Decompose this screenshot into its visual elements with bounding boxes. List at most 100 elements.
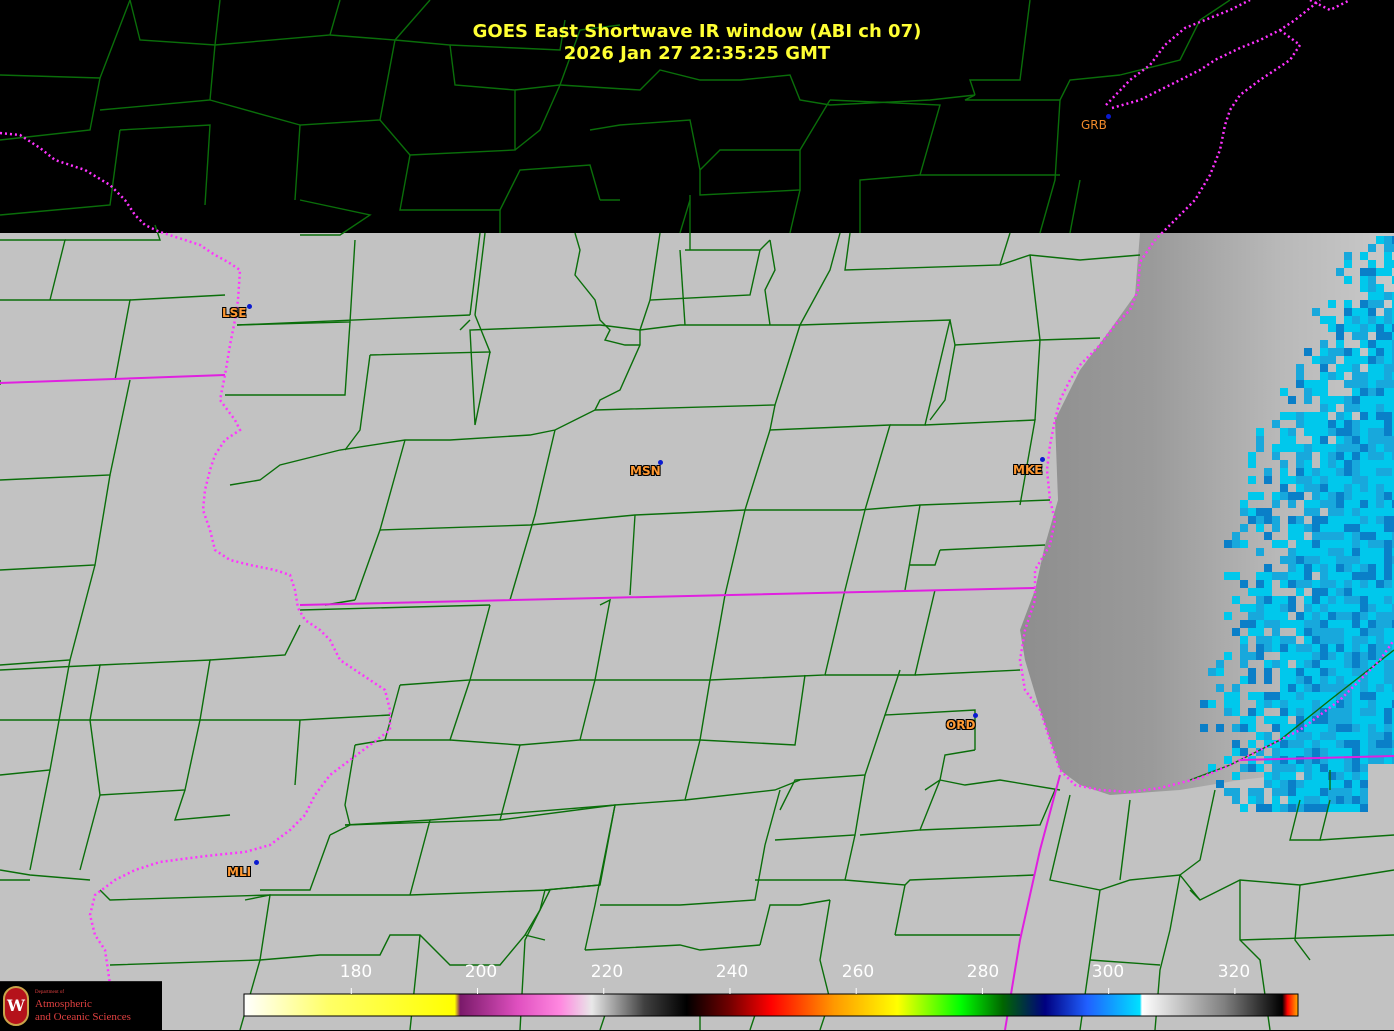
cloud-cell (1264, 732, 1272, 740)
cloud-cell (1376, 564, 1384, 572)
cloud-cell (1264, 516, 1272, 524)
cloud-cell (1328, 500, 1336, 508)
cloud-cell (1320, 404, 1328, 412)
cloud-cell (1360, 268, 1368, 276)
cloud-cell (1344, 636, 1352, 644)
cloud-cell (1208, 668, 1216, 676)
cloud-cell (1344, 676, 1352, 684)
cloud-cell (1296, 572, 1304, 580)
cloud-cell (1272, 540, 1280, 548)
cloud-cell (1272, 748, 1280, 756)
cloud-cell (1304, 604, 1312, 612)
cloud-cell (1384, 436, 1392, 444)
cloud-cell (1256, 804, 1264, 812)
cloud-cell (1328, 684, 1336, 692)
station-dot (254, 860, 259, 865)
cloud-cell (1248, 612, 1256, 620)
cloud-cell (1368, 740, 1376, 748)
colorbar-tick-label: 300 (1091, 962, 1125, 982)
cloud-cell (1376, 476, 1384, 484)
cloud-cell (1312, 604, 1320, 612)
cloud-cell (1336, 788, 1344, 796)
cloud-cell (1320, 596, 1328, 604)
cloud-cell (1360, 556, 1368, 564)
cloud-cell (1320, 732, 1328, 740)
cloud-cell (1376, 604, 1384, 612)
title-line-2: 2026 Jan 27 22:35:25 GMT (563, 43, 831, 64)
cloud-cell (1336, 484, 1344, 492)
cloud-cell (1368, 732, 1376, 740)
cloud-cell (1336, 436, 1344, 444)
cloud-cell (1280, 804, 1288, 812)
cloud-cell (1272, 596, 1280, 604)
cloud-cell (1368, 420, 1376, 428)
cloud-cell (1352, 420, 1360, 428)
cloud-cell (1352, 772, 1360, 780)
cloud-cell (1320, 356, 1328, 364)
cloud-cell (1304, 484, 1312, 492)
cloud-cell (1312, 500, 1320, 508)
cloud-cell (1360, 636, 1368, 644)
cloud-cell (1376, 556, 1384, 564)
cloud-cell (1320, 652, 1328, 660)
cloud-cell (1328, 636, 1336, 644)
cloud-cell (1352, 788, 1360, 796)
cloud-cell (1272, 444, 1280, 452)
cloud-cell (1344, 508, 1352, 516)
colorbar-tick-label: 180 (339, 962, 373, 982)
cloud-cell (1352, 764, 1360, 772)
cloud-cell (1376, 420, 1384, 428)
cloud-cell (1280, 580, 1288, 588)
cloud-cell (1352, 804, 1360, 812)
cloud-cell (1320, 676, 1328, 684)
cloud-cell (1360, 524, 1368, 532)
cloud-cell (1232, 684, 1240, 692)
cloud-cell (1320, 644, 1328, 652)
cloud-cell (1352, 380, 1360, 388)
cloud-cell (1320, 476, 1328, 484)
cloud-cell (1344, 252, 1352, 260)
cloud-cell (1320, 724, 1328, 732)
cloud-cell (1360, 284, 1368, 292)
cloud-cell (1352, 708, 1360, 716)
cloud-cell (1368, 748, 1376, 756)
cloud-cell (1296, 740, 1304, 748)
cloud-cell (1376, 300, 1384, 308)
cloud-cell (1296, 644, 1304, 652)
cloud-cell (1312, 580, 1320, 588)
cloud-cell (1248, 620, 1256, 628)
cloud-cell (1304, 796, 1312, 804)
cloud-cell (1296, 684, 1304, 692)
cloud-cell (1320, 468, 1328, 476)
cloud-cell (1336, 324, 1344, 332)
cloud-cell (1360, 484, 1368, 492)
cloud-cell (1272, 620, 1280, 628)
cloud-cell (1352, 580, 1360, 588)
cloud-cell (1280, 684, 1288, 692)
cloud-cell (1264, 804, 1272, 812)
colorbar-tick-label: 220 (590, 962, 624, 982)
cloud-cell (1232, 540, 1240, 548)
cloud-cell (1304, 452, 1312, 460)
cloud-cell (1376, 436, 1384, 444)
cloud-cell (1320, 564, 1328, 572)
cloud-cell (1360, 796, 1368, 804)
cloud-cell (1376, 724, 1384, 732)
cloud-cell (1264, 780, 1272, 788)
cloud-cell (1304, 500, 1312, 508)
cloud-cell (1296, 628, 1304, 636)
cloud-cell (1312, 660, 1320, 668)
cloud-cell (1312, 652, 1320, 660)
cloud-cell (1360, 460, 1368, 468)
cloud-cell (1328, 508, 1336, 516)
cloud-cell (1296, 620, 1304, 628)
uw-seal-icon: W (3, 986, 29, 1026)
cloud-cell (1352, 572, 1360, 580)
cloud-cell (1280, 700, 1288, 708)
cloud-cell (1368, 292, 1376, 300)
cloud-cell (1264, 676, 1272, 684)
cloud-cell (1312, 484, 1320, 492)
cloud-cell (1384, 268, 1392, 276)
cloud-cell (1328, 604, 1336, 612)
cloud-cell (1248, 764, 1256, 772)
